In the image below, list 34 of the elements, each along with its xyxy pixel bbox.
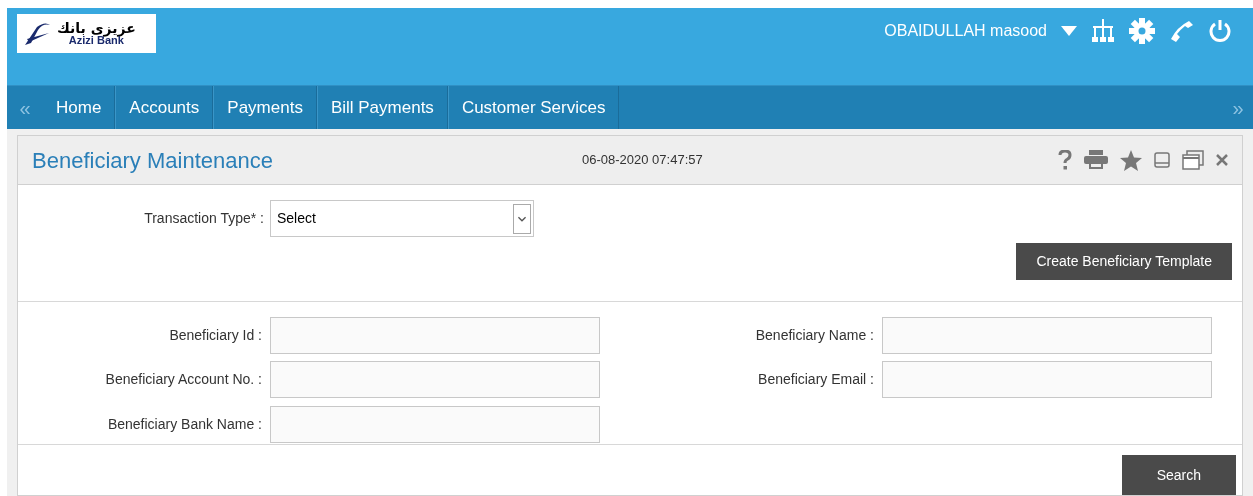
logo-native-text: عزيزى بانك	[57, 21, 136, 35]
logo-text: Azizi Bank	[68, 35, 124, 46]
restore-icon[interactable]	[1182, 150, 1204, 170]
dropdown-value: Select	[276, 209, 317, 228]
field-label: Beneficiary Email :	[757, 370, 875, 390]
field-label: Transaction Type* :	[143, 209, 265, 228]
help-icon[interactable]	[1058, 150, 1072, 170]
sitemap-icon[interactable]	[1091, 19, 1115, 43]
field-label: Beneficiary Bank Name :	[106, 414, 263, 434]
input-field[interactable]	[270, 405, 600, 443]
close-icon[interactable]	[1216, 154, 1228, 166]
input-field[interactable]	[882, 317, 1212, 355]
settings-icon[interactable]	[1129, 18, 1155, 44]
transaction-type-dropdown[interactable]: Select	[270, 200, 534, 237]
star-icon[interactable]	[1120, 149, 1142, 171]
field-label: Beneficiary Id :	[168, 326, 263, 346]
timestamp: 06-08-2020 07:47:57	[582, 151, 703, 170]
user-name[interactable]: OBAIDULLAH masood	[884, 19, 1047, 43]
scroll-left-button[interactable]: «	[7, 86, 43, 129]
minimize-icon[interactable]	[1154, 152, 1170, 168]
create-template-button[interactable]: Create Beneficiary Template	[1016, 243, 1232, 280]
panel-title: Beneficiary Maintenance	[32, 146, 274, 175]
caret-icon[interactable]	[1061, 26, 1077, 36]
print-icon[interactable]	[1084, 150, 1108, 170]
power-icon[interactable]	[1209, 19, 1231, 43]
field-label: Beneficiary Account No. :	[104, 370, 263, 390]
search-button[interactable]: Search	[1121, 455, 1236, 495]
input-field[interactable]	[882, 361, 1212, 399]
input-field[interactable]	[270, 361, 600, 399]
input-field[interactable]	[270, 317, 600, 355]
field-label: Beneficiary Name :	[754, 326, 875, 346]
scroll-right-button[interactable]: »	[1223, 86, 1253, 129]
phone-icon[interactable]	[1169, 19, 1195, 43]
chevron-down-icon	[513, 203, 531, 234]
